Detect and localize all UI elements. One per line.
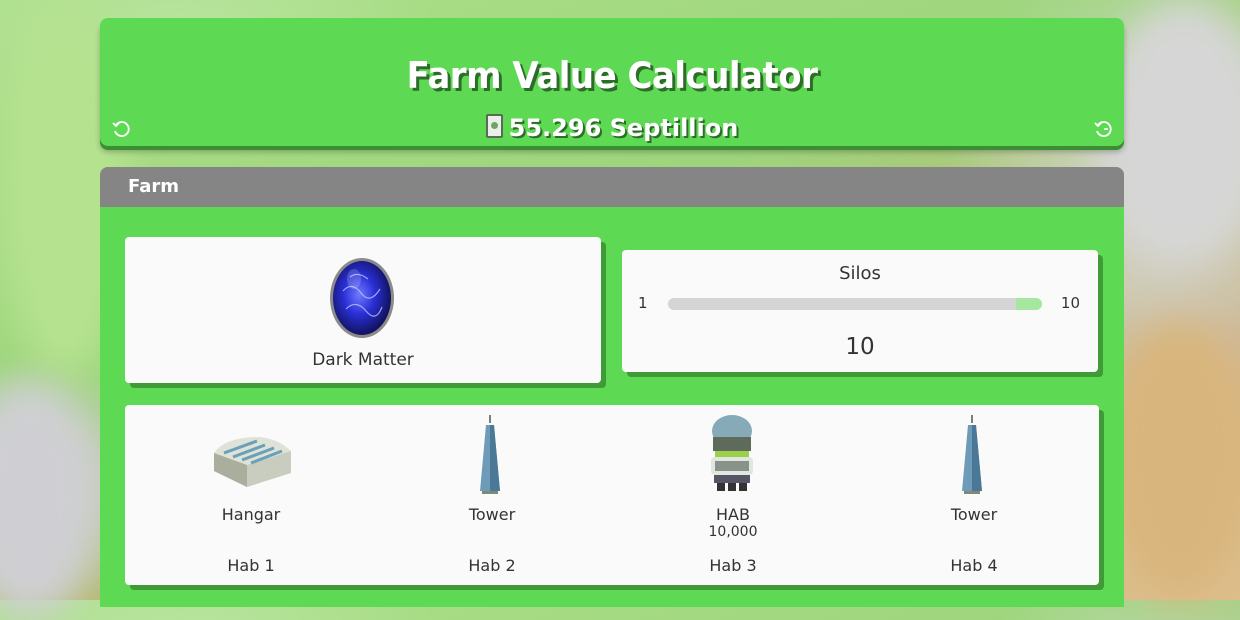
silos-slider[interactable]	[668, 298, 1042, 310]
section-title: Farm	[100, 167, 1124, 207]
tower-icon	[962, 415, 982, 494]
hab-slot-label: Hab 3	[709, 556, 757, 575]
hab-name: Hangar	[221, 505, 281, 524]
reset-all-icon[interactable]	[1092, 119, 1114, 141]
cash-icon	[485, 114, 503, 138]
hab-10000-icon	[711, 415, 753, 491]
habs-panel: Hangar Hab 1 Tower Hab 2 HAB 10,000 Hab …	[125, 405, 1099, 585]
hab-slot-label: Hab 4	[950, 556, 998, 575]
hab-slot-3[interactable]: HAB 10,000 Hab 3	[611, 405, 855, 585]
silos-max: 10	[1060, 294, 1080, 312]
calculator-header: Farm Value Calculator 55.296 Septillion	[100, 18, 1124, 146]
hab-name: HAB	[716, 505, 750, 524]
farm-section: Farm Dark Matter Silos 1 10 10 Hangar Ha…	[100, 167, 1124, 607]
egg-name: Dark Matter	[312, 350, 414, 370]
hab-slot-2[interactable]: Tower Hab 2	[370, 405, 614, 585]
hab-slot-label: Hab 1	[227, 556, 275, 575]
hab-slot-label: Hab 2	[468, 556, 516, 575]
hab-name: Tower	[950, 505, 998, 524]
silos-label: Silos	[839, 263, 881, 284]
background-blur	[0, 380, 100, 620]
silos-min: 1	[638, 294, 648, 312]
hab-slot-1[interactable]: Hangar Hab 1	[129, 405, 373, 585]
tower-icon	[480, 415, 500, 494]
silos-value: 10	[845, 334, 875, 360]
silos-slider-fill	[1016, 298, 1042, 310]
dark-matter-egg-icon	[330, 258, 394, 338]
farm-value: 55.296 Septillion	[100, 114, 1124, 142]
farm-value-text: 55.296 Septillion	[508, 114, 739, 142]
hab-slot-4[interactable]: Tower Hab 4	[852, 405, 1096, 585]
page-title: Farm Value Calculator	[406, 54, 818, 98]
egg-selector[interactable]: Dark Matter	[125, 237, 601, 383]
hangar-icon	[214, 437, 291, 487]
hab-name: Tower	[468, 505, 516, 524]
silos-control: Silos 1 10 10	[622, 250, 1098, 372]
hab-capacity: 10,000	[708, 524, 758, 540]
